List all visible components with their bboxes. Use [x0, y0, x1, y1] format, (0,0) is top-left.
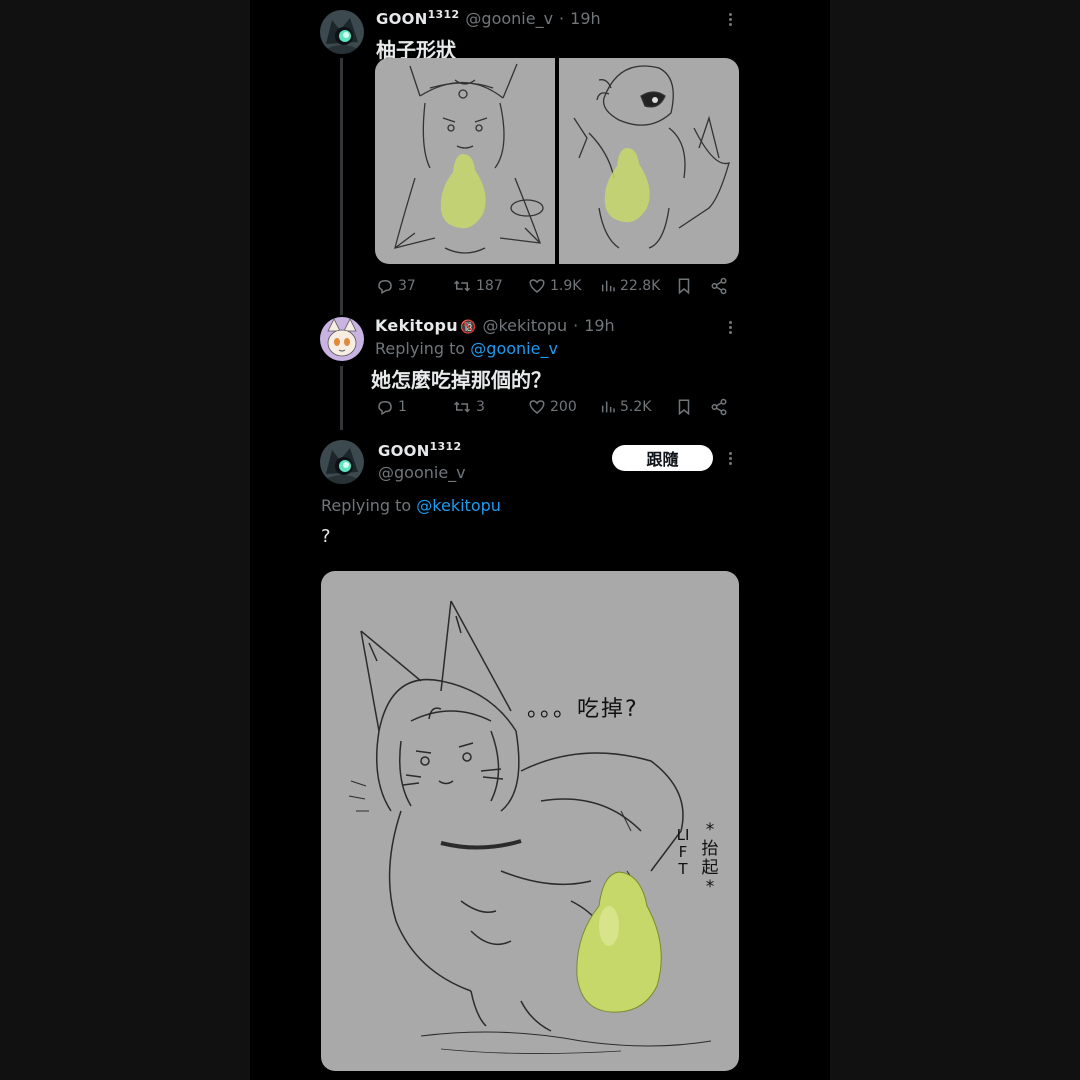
views-icon	[601, 401, 615, 413]
views-button[interactable]: 22.8K	[600, 278, 660, 294]
reply-count: 37	[398, 278, 416, 294]
thread-line	[340, 58, 343, 315]
age-badge: 🔞	[459, 320, 477, 335]
retweet-button[interactable]: 3	[452, 398, 485, 416]
bookmark-icon[interactable]	[676, 398, 692, 416]
more-icon[interactable]	[725, 320, 735, 336]
user-handle[interactable]: @kekitopu	[482, 316, 567, 335]
like-count: 1.9K	[550, 278, 582, 294]
reply-button[interactable]: 1	[376, 398, 407, 416]
drawing-lift-label: LIFT	[676, 826, 690, 878]
like-icon	[529, 400, 545, 414]
tweet-header: GOON1312 @goonie_v · 19h	[376, 8, 601, 28]
like-button[interactable]: 200	[528, 398, 577, 416]
display-name[interactable]: Kekitopu 🔞	[375, 316, 476, 335]
reply-icon	[378, 279, 392, 295]
like-button[interactable]: 1.9K	[528, 277, 581, 295]
display-name[interactable]: GOON1312	[376, 8, 459, 28]
replying-to-link[interactable]: @goonie_v	[470, 339, 558, 358]
retweet-icon	[453, 280, 471, 292]
tweet-actions: 37 187 1.9K 22.8K	[376, 276, 736, 296]
reply-count: 1	[398, 399, 407, 415]
display-name[interactable]: GOON1312	[378, 440, 461, 460]
retweet-icon	[453, 401, 471, 413]
drawing-side-label: *抬起*	[701, 820, 719, 897]
views-icon	[601, 280, 615, 292]
views-button[interactable]: 5.2K	[600, 399, 651, 415]
tweet-header: GOON1312	[378, 440, 461, 460]
tweet-text: ?	[321, 526, 331, 547]
replying-to: Replying to @kekitopu	[321, 496, 501, 515]
share-icon[interactable]	[710, 398, 728, 416]
views-count: 5.2K	[620, 399, 652, 415]
retweet-count: 3	[476, 399, 485, 415]
drawing-caption: 。。。吃掉?	[527, 697, 639, 722]
bookmark-icon[interactable]	[676, 277, 692, 295]
reply-button[interactable]: 37	[376, 277, 416, 295]
avatar[interactable]	[320, 440, 364, 484]
retweet-count: 187	[476, 278, 503, 294]
like-count: 200	[550, 399, 577, 415]
more-icon[interactable]	[725, 451, 735, 467]
right-margin	[830, 0, 1080, 1080]
media-image[interactable]: 。。。吃掉? *抬起* LIFT	[321, 571, 739, 1071]
reply-icon	[378, 400, 392, 416]
like-icon	[529, 279, 545, 293]
meta-separator: ·	[559, 9, 565, 28]
avatar[interactable]	[320, 10, 364, 54]
media-image-right[interactable]	[559, 58, 739, 264]
share-icon[interactable]	[710, 277, 728, 295]
tweet-actions: 1 3 200 5.2K	[376, 397, 736, 417]
media-image-left[interactable]	[375, 58, 555, 264]
replying-to-link[interactable]: @kekitopu	[416, 496, 501, 515]
left-margin	[0, 0, 250, 1080]
avatar[interactable]	[320, 317, 364, 361]
more-icon[interactable]	[725, 12, 735, 28]
replying-to: Replying to @goonie_v	[375, 339, 558, 358]
follow-button[interactable]: 跟隨	[612, 445, 713, 471]
views-count: 22.8K	[620, 278, 661, 294]
tweet-header: Kekitopu 🔞 @kekitopu · 19h	[375, 316, 615, 335]
timestamp[interactable]: 19h	[570, 9, 601, 28]
screen: GOON1312 @goonie_v · 19h 柚子形狀 37 187 1.9…	[0, 0, 1080, 1080]
user-handle[interactable]: @goonie_v	[465, 9, 553, 28]
user-handle[interactable]: @goonie_v	[378, 463, 466, 482]
meta-separator: ·	[573, 316, 579, 335]
thread-line	[340, 366, 343, 430]
retweet-button[interactable]: 187	[452, 277, 503, 295]
tweet-text: 她怎麼吃掉那個的？	[371, 368, 551, 392]
timestamp[interactable]: 19h	[584, 316, 615, 335]
